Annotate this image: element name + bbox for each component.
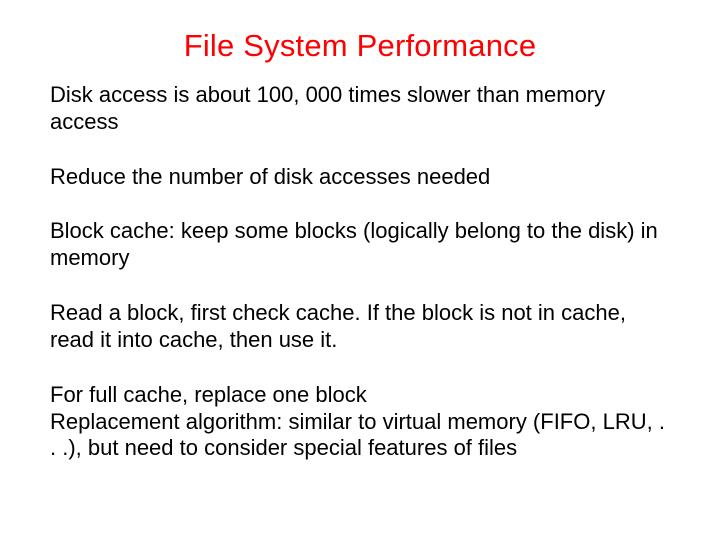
paragraph: Block cache: keep some blocks (logically…	[50, 218, 670, 272]
slide: File System Performance Disk access is a…	[0, 0, 720, 540]
paragraph: Read a block, first check cache. If the …	[50, 300, 670, 354]
slide-title: File System Performance	[50, 28, 670, 64]
paragraph: Disk access is about 100, 000 times slow…	[50, 82, 670, 136]
slide-body: Disk access is about 100, 000 times slow…	[50, 82, 670, 462]
paragraph: Reduce the number of disk accesses neede…	[50, 164, 670, 191]
paragraph: For full cache, replace one blockReplace…	[50, 382, 670, 462]
